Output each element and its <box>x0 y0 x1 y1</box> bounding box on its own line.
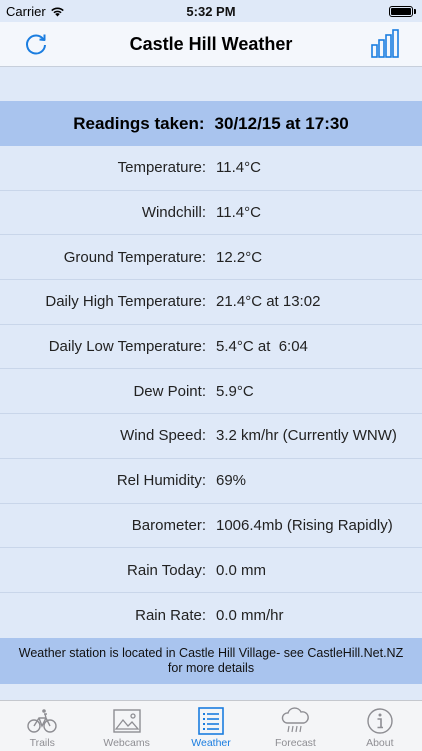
list-icon <box>198 707 224 735</box>
row-label: Wind Speed: <box>120 427 206 445</box>
readings-list: Temperature: 11.4°C Windchill: 11.4°C Gr… <box>0 146 422 638</box>
readings-label: Readings taken: <box>73 113 205 133</box>
tab-label: Webcams <box>103 737 150 749</box>
row-value: 3.2 km/hr (Currently WNW) <box>216 427 397 445</box>
row-value: 0.0 mm <box>216 561 267 579</box>
tab-weather[interactable]: Weather <box>169 701 253 751</box>
row-value: 0.0 mm/hr <box>216 606 284 624</box>
status-time: 5:32 PM <box>186 4 236 19</box>
row-label: Daily Low Temperature: <box>48 338 206 356</box>
row-label: Barometer: <box>131 516 206 534</box>
tab-label: About <box>366 737 394 749</box>
readings-timestamp: 30/12/15 at 17:30 <box>214 113 349 133</box>
tab-label: Trails <box>29 737 55 749</box>
row-ground-temperature: Ground Temperature: 12.2°C <box>0 235 422 281</box>
row-value: 21.4°C at 13:02 <box>216 293 321 311</box>
tab-bar: Trails Webcams Weather Forecast About <box>0 700 422 751</box>
bar-chart-icon[interactable] <box>370 28 400 58</box>
page-title: Castle Hill Weather <box>129 33 293 54</box>
row-label: Rel Humidity: <box>116 472 206 490</box>
row-temperature: Temperature: 11.4°C <box>0 146 422 191</box>
row-value: 69% <box>216 472 247 490</box>
row-label: Rain Today: <box>127 561 206 579</box>
row-label: Windchill: <box>141 204 206 222</box>
readings-header: Readings taken: 30/12/15 at 17:30 <box>0 101 422 146</box>
row-value: 11.4°C <box>216 159 261 177</box>
row-value: 12.2°C <box>216 248 263 266</box>
tab-label: Forecast <box>274 737 316 749</box>
bicycle-icon <box>27 709 57 733</box>
info-icon <box>367 708 393 734</box>
row-value: 11.4°C <box>216 204 261 222</box>
row-label: Rain Rate: <box>135 606 206 624</box>
tab-about[interactable]: About <box>338 701 422 751</box>
row-barometer: Barometer: 1006.4mb (Rising Rapidly) <box>0 504 422 549</box>
row-rel-humidity: Rel Humidity: 69% <box>0 459 422 504</box>
row-daily-low: Daily Low Temperature: 5.4°C at 6:04 <box>0 325 422 370</box>
tab-webcams[interactable]: Webcams <box>84 701 168 751</box>
row-dew-point: Dew Point: 5.9°C <box>0 369 422 415</box>
photo-icon <box>112 709 141 733</box>
row-rain-rate: Rain Rate: 0.0 mm/hr <box>0 593 422 638</box>
row-label: Daily High Temperature: <box>45 293 206 311</box>
tab-label: Weather <box>191 737 231 749</box>
tab-forecast[interactable]: Forecast <box>253 701 337 751</box>
station-info-banner[interactable]: Weather station is located in Castle Hil… <box>0 638 422 684</box>
refresh-icon[interactable] <box>22 30 50 58</box>
row-label: Temperature: <box>117 159 206 177</box>
row-value: 5.4°C at 6:04 <box>216 338 308 356</box>
row-wind-speed: Wind Speed: 3.2 km/hr (Currently WNW) <box>0 414 422 459</box>
row-windchill: Windchill: 11.4°C <box>0 191 422 236</box>
row-value: 5.9°C <box>216 382 254 400</box>
row-daily-high: Daily High Temperature: 21.4°C at 13:02 <box>0 280 422 325</box>
navigation-bar: Castle Hill Weather <box>0 22 422 67</box>
tab-trails[interactable]: Trails <box>0 701 84 751</box>
row-value: 1006.4mb (Rising Rapidly) <box>216 516 393 534</box>
cloud-rain-icon <box>282 707 310 733</box>
row-label: Dew Point: <box>133 382 206 400</box>
row-rain-today: Rain Today: 0.0 mm <box>0 548 422 593</box>
row-label: Ground Temperature: <box>63 248 206 266</box>
